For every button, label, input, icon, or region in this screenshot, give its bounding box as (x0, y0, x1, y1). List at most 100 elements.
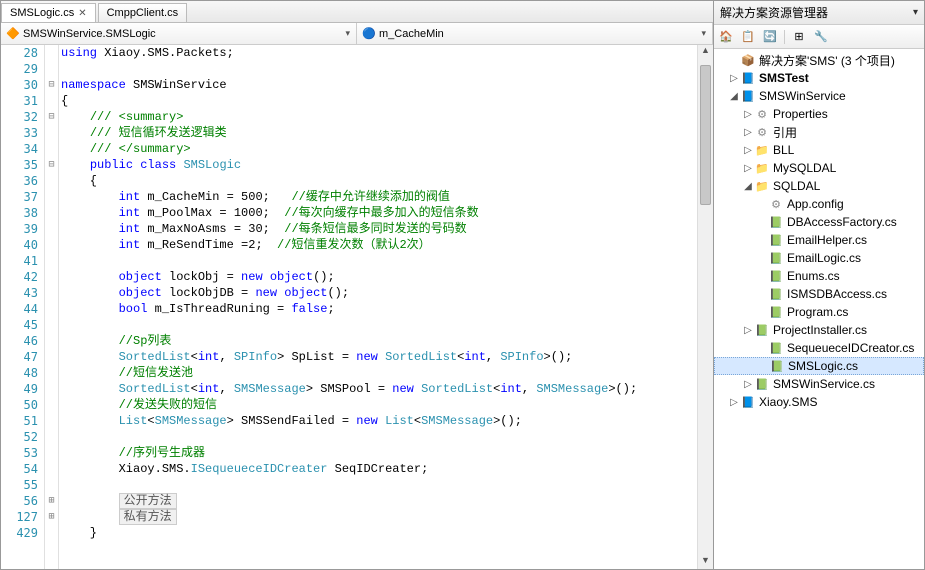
refresh-icon[interactable]: 🔄 (762, 29, 778, 45)
code-line[interactable]: namespace SMSWinService (61, 77, 697, 93)
fold-toggle (45, 461, 58, 477)
nav-class-dropdown[interactable]: 🔶 SMSWinService.SMSLogic ▾ (1, 23, 357, 44)
code-line[interactable]: List<SMSMessage> SMSSendFailed = new Lis… (61, 413, 697, 429)
code-line[interactable]: SortedList<int, SPInfo> SpList = new Sor… (61, 349, 697, 365)
expand-toggle[interactable]: ▷ (742, 127, 754, 138)
view-code-icon[interactable]: 🔧 (813, 29, 829, 45)
code-line[interactable] (61, 317, 697, 333)
code-line[interactable]: int m_ReSendTime =2; //短信重发次数（默认2次） (61, 237, 697, 253)
expand-toggle[interactable]: ▷ (742, 379, 754, 390)
tree-item[interactable]: 📗ISMSDBAccess.cs (714, 285, 924, 303)
line-number: 55 (1, 477, 38, 493)
code-line[interactable]: //发送失败的短信 (61, 397, 697, 413)
code-line[interactable] (61, 61, 697, 77)
show-all-icon[interactable]: 📋 (740, 29, 756, 45)
expand-toggle[interactable]: ▷ (742, 325, 754, 336)
properties-icon[interactable]: ⊞ (791, 29, 807, 45)
code-line[interactable]: 公开方法 (61, 493, 697, 509)
code-editor[interactable]: 2829303132333435363738394041424344454647… (1, 45, 713, 569)
code-line[interactable]: public class SMSLogic (61, 157, 697, 173)
expand-toggle[interactable]: ▷ (728, 73, 740, 84)
tree-label: SMSWinService.cs (773, 377, 875, 391)
code-line[interactable]: //序列号生成器 (61, 445, 697, 461)
code-line[interactable] (61, 253, 697, 269)
code-line[interactable] (61, 477, 697, 493)
fold-toggle (45, 429, 58, 445)
code-line[interactable]: { (61, 173, 697, 189)
code-content[interactable]: using Xiaoy.SMS.Packets; namespace SMSWi… (59, 45, 697, 569)
tree-item[interactable]: 📗SMSLogic.cs (714, 357, 924, 375)
fold-toggle (45, 285, 58, 301)
tree-item[interactable]: 📗Program.cs (714, 303, 924, 321)
nav-bar: 🔶 SMSWinService.SMSLogic ▾ 🔵 m_CacheMin … (1, 23, 713, 45)
tree-item[interactable]: ▷📁BLL (714, 141, 924, 159)
tree-item[interactable]: ▷📗ProjectInstaller.cs (714, 321, 924, 339)
scroll-thumb[interactable] (700, 65, 711, 205)
expand-toggle[interactable]: ◢ (728, 91, 740, 102)
nav-member-text: m_CacheMin (379, 28, 444, 40)
tree-item[interactable]: 📗Enums.cs (714, 267, 924, 285)
code-line[interactable]: SortedList<int, SMSMessage> SMSPool = ne… (61, 381, 697, 397)
code-line[interactable]: using Xiaoy.SMS.Packets; (61, 45, 697, 61)
tree-item[interactable]: ◢📁SQLDAL (714, 177, 924, 195)
fold-gutter[interactable]: ⊟ ⊟ ⊟ ⊞⊞ (45, 45, 59, 569)
home-icon[interactable]: 🏠 (718, 29, 734, 45)
chevron-down-icon: ▾ (701, 28, 706, 39)
code-line[interactable]: /// </summary> (61, 141, 697, 157)
scroll-down-arrow[interactable]: ▼ (698, 555, 713, 569)
fold-toggle[interactable]: ⊟ (45, 77, 58, 93)
expand-toggle[interactable]: ◢ (742, 181, 754, 192)
code-line[interactable] (61, 429, 697, 445)
code-line[interactable]: int m_PoolMax = 1000; //每次向缓存中最多加入的短信条数 (61, 205, 697, 221)
tab-SMSLogic-cs[interactable]: SMSLogic.cs✕ (1, 3, 96, 22)
proj-icon: 📘 (740, 71, 756, 85)
code-line[interactable]: bool m_IsThreadRuning = false; (61, 301, 697, 317)
code-line[interactable]: //短信发送池 (61, 365, 697, 381)
tree-item[interactable]: ▷📘Xiaoy.SMS (714, 393, 924, 411)
code-line[interactable]: int m_MaxNoAsms = 30; //每条短信最多同时发送的号码数 (61, 221, 697, 237)
fold-toggle[interactable]: ⊟ (45, 157, 58, 173)
tree-item[interactable]: 📗DBAccessFactory.cs (714, 213, 924, 231)
fold-toggle[interactable]: ⊞ (45, 509, 58, 525)
code-line[interactable]: int m_CacheMin = 500; //缓存中允许继续添加的阀值 (61, 189, 697, 205)
fold-toggle[interactable]: ⊟ (45, 109, 58, 125)
tree-item[interactable]: ⚙App.config (714, 195, 924, 213)
code-line[interactable]: object lockObjDB = new object(); (61, 285, 697, 301)
tree-item[interactable]: ▷📁MySQLDAL (714, 159, 924, 177)
tree-item[interactable]: ▷⚙引用 (714, 123, 924, 141)
fold-toggle (45, 237, 58, 253)
nav-member-dropdown[interactable]: 🔵 m_CacheMin ▾ (357, 23, 713, 44)
expand-toggle[interactable]: ▷ (728, 397, 740, 408)
vertical-scrollbar[interactable]: ▲ ▼ (697, 45, 713, 569)
expand-toggle[interactable]: ▷ (742, 145, 754, 156)
code-line[interactable]: //Sp列表 (61, 333, 697, 349)
code-line[interactable]: /// 短信循环发送逻辑类 (61, 125, 697, 141)
tree-label: SequeueceIDCreator.cs (787, 341, 914, 355)
line-number: 429 (1, 525, 38, 541)
cs-icon: 📗 (769, 359, 785, 373)
tree-item[interactable]: 📦解决方案'SMS' (3 个项目) (714, 51, 924, 69)
tab-CmppClient-cs[interactable]: CmppClient.cs (98, 3, 188, 22)
code-line[interactable]: 私有方法 (61, 509, 697, 525)
scroll-up-arrow[interactable]: ▲ (698, 45, 713, 59)
code-line[interactable]: /// <summary> (61, 109, 697, 125)
code-line[interactable]: } (61, 525, 697, 541)
expand-toggle[interactable]: ▷ (742, 163, 754, 174)
solution-tree[interactable]: 📦解决方案'SMS' (3 个项目)▷📘SMSTest◢📘SMSWinServi… (714, 49, 924, 569)
tree-label: ProjectInstaller.cs (773, 323, 867, 337)
tree-item[interactable]: 📗SequeueceIDCreator.cs (714, 339, 924, 357)
tree-item[interactable]: ▷⚙Properties (714, 105, 924, 123)
fold-toggle[interactable]: ⊞ (45, 493, 58, 509)
panel-menu-icon[interactable]: ▾ (913, 7, 918, 18)
tree-item[interactable]: 📗EmailHelper.cs (714, 231, 924, 249)
close-icon[interactable]: ✕ (78, 8, 86, 19)
tree-item[interactable]: ▷📗SMSWinService.cs (714, 375, 924, 393)
code-line[interactable]: object lockObj = new object(); (61, 269, 697, 285)
tree-item[interactable]: ▷📘SMSTest (714, 69, 924, 87)
tree-item[interactable]: 📗EmailLogic.cs (714, 249, 924, 267)
code-line[interactable]: { (61, 93, 697, 109)
fold-toggle (45, 349, 58, 365)
expand-toggle[interactable]: ▷ (742, 109, 754, 120)
tree-item[interactable]: ◢📘SMSWinService (714, 87, 924, 105)
code-line[interactable]: Xiaoy.SMS.ISequeueceIDCreater SeqIDCreat… (61, 461, 697, 477)
